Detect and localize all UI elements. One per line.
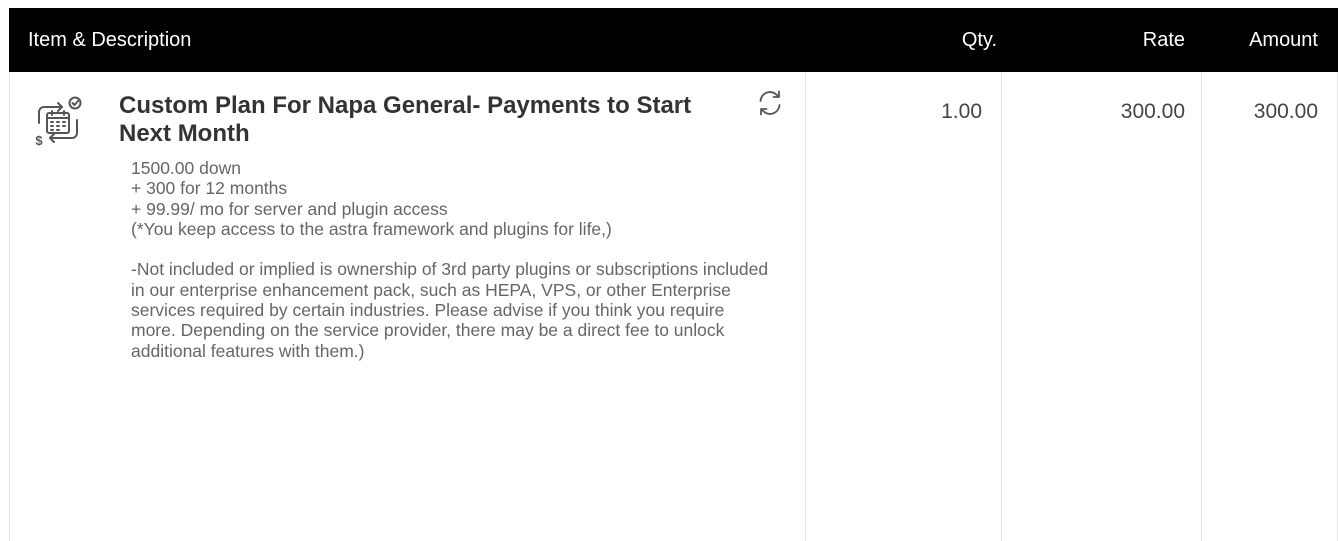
header-item-description: Item & Description bbox=[28, 29, 192, 51]
column-divider bbox=[805, 72, 806, 541]
column-divider bbox=[1001, 72, 1002, 541]
svg-text:$: $ bbox=[35, 133, 43, 148]
column-divider bbox=[1201, 72, 1202, 541]
table-row: $ Custom Plan For Napa General- Payments… bbox=[9, 72, 1338, 541]
column-divider bbox=[9, 72, 10, 541]
header-rate: Rate bbox=[1142, 29, 1185, 51]
calendar-payment-icon: $ bbox=[35, 96, 82, 148]
header-amount: Amount bbox=[1249, 29, 1318, 51]
item-title: Custom Plan For Napa General- Payments t… bbox=[119, 92, 692, 147]
refresh-icon[interactable] bbox=[755, 88, 785, 118]
item-amount: 300.00 bbox=[1253, 100, 1318, 123]
item-rate: 300.00 bbox=[1120, 100, 1185, 123]
header-qty: Qty. bbox=[961, 29, 997, 51]
item-description: 1500.00 down + 300 for 12 months + 99.99… bbox=[131, 158, 769, 361]
table-header: Item & Description Qty. Rate Amount bbox=[9, 8, 1338, 72]
item-qty: 1.00 bbox=[941, 100, 982, 123]
